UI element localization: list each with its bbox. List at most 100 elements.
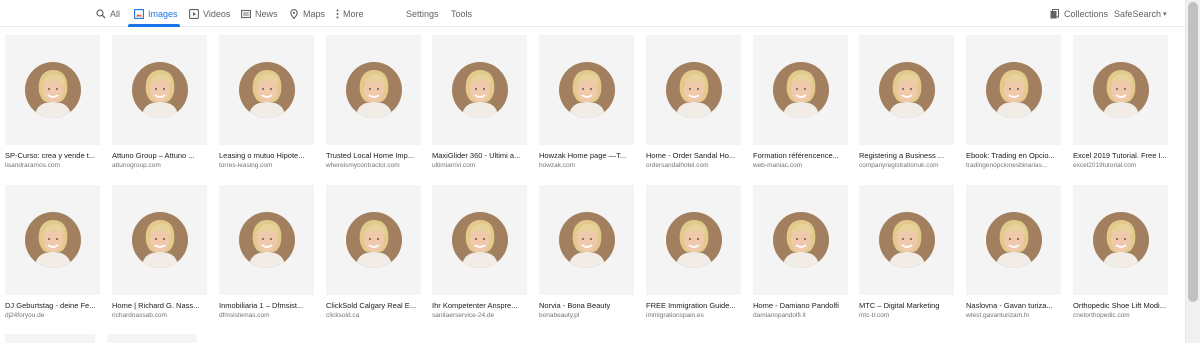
result-domain: torres-leasing.com: [219, 162, 273, 169]
result-card[interactable]: MaxiGlider 360 - Ultimi a... ultimiarrivi…: [432, 35, 527, 170]
result-title[interactable]: Home - Damiano Pandolfi: [753, 301, 848, 311]
result-card[interactable]: Home | Richard G. Nass... richardnassab.c…: [112, 185, 207, 320]
result-thumbnail[interactable]: [1073, 185, 1168, 295]
tab-videos-label: Videos: [203, 8, 231, 19]
result-card[interactable]: Attuno Group – Attuno ... attunogroup.com: [112, 35, 207, 170]
result-card[interactable]: Naslovna - Gavan turiza... wtest.gavantur…: [966, 185, 1061, 320]
result-title[interactable]: FREE Immigration Guide...: [646, 301, 741, 311]
result-title[interactable]: Ihr Kompetenter Anspre...: [432, 301, 527, 311]
safesearch-label: SafeSearch: [1114, 8, 1162, 19]
scrollbar-thumb[interactable]: [1188, 2, 1198, 302]
result-thumbnail[interactable]: [5, 185, 100, 295]
portrait-image: [131, 62, 188, 118]
collections-button[interactable]: Collections: [1049, 0, 1108, 27]
result-card[interactable]: Leasing o mutuo Hipote... torres-leasing.…: [219, 35, 314, 170]
safesearch-dropdown[interactable]: SafeSearch ▾: [1114, 0, 1167, 27]
result-card[interactable]: Registering a Business ... companyregistr…: [859, 35, 954, 170]
result-card[interactable]: MTC – Digital Marketing mtc-tr.com: [859, 185, 954, 320]
result-thumbnail[interactable]: [859, 35, 954, 145]
result-card[interactable]: Norvia - Bona Beauty bonabeauty.pl: [539, 185, 634, 320]
result-title[interactable]: ClickSold Calgary Real E...: [326, 301, 421, 311]
result-card[interactable]: FREE Immigration Guide... immigrationspai…: [646, 185, 741, 320]
result-card[interactable]: Orthopedic Shoe Lift Modi... cnetorthoped…: [1073, 185, 1168, 320]
result-card[interactable]: Home - Order Sandal Ho... ordersandalhote…: [646, 35, 741, 170]
result-thumbnail[interactable]: [219, 35, 314, 145]
result-card[interactable]: DJ Geburtstag - deine Fe... dj24foryou.de: [5, 185, 100, 320]
result-title[interactable]: Registering a Business ...: [859, 151, 954, 161]
tab-all[interactable]: All: [95, 0, 120, 27]
result-title[interactable]: Trusted Local Home Imp...: [326, 151, 421, 161]
result-title[interactable]: Leasing o mutuo Hipote...: [219, 151, 314, 161]
result-title[interactable]: Home - Order Sandal Ho...: [646, 151, 741, 161]
result-domain: web-maniac.com: [753, 162, 803, 169]
result-card[interactable]: ClickSold Calgary Real E... clicksold.ca: [326, 185, 421, 320]
portrait-image: [24, 62, 81, 118]
result-domain: damianopandolfi.it: [753, 312, 806, 319]
result-card[interactable]: Inmobiliaria 1 – Dfmsist... dfmsistemas.c…: [219, 185, 314, 320]
result-thumbnail-partial[interactable]: [107, 334, 197, 343]
result-thumbnail[interactable]: [326, 35, 421, 145]
result-domain: sanitaerservice-24.de: [432, 312, 495, 319]
result-title[interactable]: MaxiGlider 360 - Ultimi a...: [432, 151, 527, 161]
result-domain: lisandraramos.com: [5, 162, 60, 169]
result-title[interactable]: Formation référencence...: [753, 151, 848, 161]
result-title[interactable]: Home | Richard G. Nass...: [112, 301, 207, 311]
tab-maps-label: Maps: [303, 8, 326, 19]
tab-news[interactable]: News: [240, 0, 278, 27]
result-card[interactable]: Ebook: Trading en Opcio... tradingenopcio…: [966, 35, 1061, 170]
result-thumbnail[interactable]: [432, 35, 527, 145]
result-thumbnail[interactable]: [219, 185, 314, 295]
result-card[interactable]: SP-Curso: crea y vende t... lisandraramos…: [5, 35, 100, 170]
tab-news-label: News: [255, 8, 278, 19]
result-thumbnail[interactable]: [646, 185, 741, 295]
result-card[interactable]: Ihr Kompetenter Anspre... sanitaerservice…: [432, 185, 527, 320]
result-domain: howzak.com: [539, 162, 576, 169]
result-title[interactable]: Ebook: Trading en Opcio...: [966, 151, 1061, 161]
result-thumbnail[interactable]: [1073, 35, 1168, 145]
result-title[interactable]: SP-Curso: crea y vende t...: [5, 151, 100, 161]
result-thumbnail[interactable]: [646, 35, 741, 145]
result-thumbnail-partial[interactable]: [5, 334, 95, 343]
result-thumbnail[interactable]: [432, 185, 527, 295]
tools-link[interactable]: Tools: [451, 0, 472, 27]
result-domain: richardnassab.com: [112, 312, 167, 319]
result-title[interactable]: Attuno Group – Attuno ...: [112, 151, 207, 161]
result-domain: ordersandalhotel.com: [646, 162, 709, 169]
result-title[interactable]: MTC – Digital Marketing: [859, 301, 954, 311]
result-card[interactable]: Formation référencence... web-maniac.com: [753, 35, 848, 170]
tab-images[interactable]: Images: [133, 0, 178, 27]
result-title[interactable]: Howzak Home page —T...: [539, 151, 634, 161]
settings-link[interactable]: Settings: [406, 0, 439, 27]
portrait-image: [772, 62, 829, 118]
result-thumbnail[interactable]: [326, 185, 421, 295]
result-title[interactable]: Naslovna - Gavan turiza...: [966, 301, 1061, 311]
result-thumbnail[interactable]: [859, 185, 954, 295]
result-thumbnail[interactable]: [966, 185, 1061, 295]
portrait-image: [878, 62, 935, 118]
result-thumbnail[interactable]: [753, 35, 848, 145]
result-thumbnail[interactable]: [112, 185, 207, 295]
result-title[interactable]: Inmobiliaria 1 – Dfmsist...: [219, 301, 314, 311]
result-thumbnail[interactable]: [112, 35, 207, 145]
result-thumbnail[interactable]: [5, 35, 100, 145]
result-title[interactable]: Norvia - Bona Beauty: [539, 301, 634, 311]
result-card[interactable]: Excel 2019 Tutorial. Free I... excel2019t…: [1073, 35, 1168, 170]
map-pin-icon: [288, 8, 299, 19]
result-thumbnail[interactable]: [753, 185, 848, 295]
result-title[interactable]: Orthopedic Shoe Lift Modi...: [1073, 301, 1168, 311]
result-title[interactable]: DJ Geburtstag - deine Fe...: [5, 301, 100, 311]
tab-more[interactable]: More: [335, 0, 364, 27]
result-thumbnail[interactable]: [539, 185, 634, 295]
portrait-image: [345, 212, 402, 268]
result-card[interactable]: Home - Damiano Pandolfi damianopandolfi.i…: [753, 185, 848, 320]
result-title[interactable]: Excel 2019 Tutorial. Free I...: [1073, 151, 1168, 161]
result-card[interactable]: Howzak Home page —T... howzak.com: [539, 35, 634, 170]
tab-maps[interactable]: Maps: [288, 0, 325, 27]
result-card[interactable]: Trusted Local Home Imp... whereismycontra…: [326, 35, 421, 170]
scrollbar[interactable]: [1185, 0, 1200, 343]
tab-videos[interactable]: Videos: [188, 0, 230, 27]
result-thumbnail[interactable]: [539, 35, 634, 145]
portrait-image: [558, 212, 615, 268]
result-thumbnail[interactable]: [966, 35, 1061, 145]
portrait-image: [238, 212, 295, 268]
